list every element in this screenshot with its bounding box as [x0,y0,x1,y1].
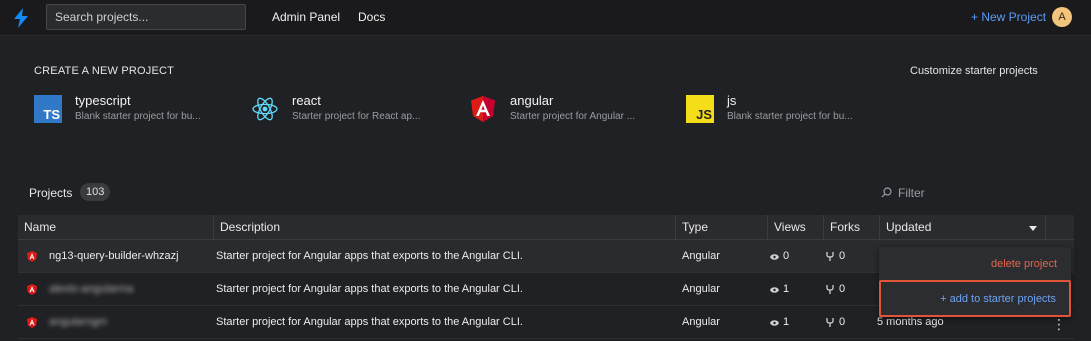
add-to-starters-menu-item[interactable]: + add to starter projects [879,280,1071,317]
admin-panel-link[interactable]: Admin Panel [272,10,340,24]
project-actions-menu: delete project + add to starter projects [879,247,1071,317]
eye-icon [770,320,779,326]
column-forks[interactable]: Forks [823,215,879,240]
javascript-icon: JS [686,95,714,123]
create-project-heading: CREATE A NEW PROJECT [34,65,175,77]
project-views: 0 [770,240,820,273]
angular-icon [471,96,495,122]
column-description[interactable]: Description [213,215,675,240]
customize-starters-link[interactable]: Customize starter projects [910,65,1038,77]
top-nav: Search projects... Admin Panel Docs + Ne… [0,0,1091,36]
starter-name: react [292,93,321,108]
project-forks: 0 [826,306,876,339]
project-forks: 0 [826,240,876,273]
more-options-icon[interactable]: ⋮ [1052,317,1066,331]
project-name[interactable]: angularngm [49,306,209,339]
project-description: Starter project for Angular apps that ex… [216,316,523,328]
starter-angular[interactable]: angular Starter project for Angular ... [469,93,659,125]
delete-project-menu-item[interactable]: delete project [991,258,1057,270]
projects-heading: Projects [29,186,73,200]
docs-link[interactable]: Docs [358,10,385,24]
starter-js[interactable]: JS js Blank starter project for bu... [686,93,876,125]
eye-icon [770,254,779,260]
chevron-down-icon [1029,226,1037,231]
starter-typescript[interactable]: TS typescript Blank starter project for … [34,93,224,125]
column-name[interactable]: Name [18,215,213,240]
starter-desc: Starter project for Angular ... [510,111,636,122]
column-updated[interactable]: Updated [879,215,1045,240]
project-name[interactable]: ng13-query-builder-whzazj [49,240,209,273]
react-icon [252,97,278,121]
project-type: Angular [682,316,720,328]
project-description: Starter project for Angular apps that ex… [216,283,523,295]
fork-icon [826,252,834,261]
project-forks: 0 [826,273,876,306]
project-type: Angular [682,283,720,295]
angular-icon [27,251,37,262]
starter-desc: Blank starter project for bu... [75,111,201,122]
projects-count-badge: 103 [80,183,111,201]
angular-icon [27,317,37,328]
starter-name: angular [510,93,554,108]
table-header: Name Description Type Views Forks Update… [18,215,1074,240]
starter-desc: Starter project for React ap... [292,111,421,122]
starter-name: js [727,93,737,108]
angular-icon [27,284,37,295]
search-input[interactable]: Search projects... [46,4,246,30]
typescript-icon: TS [34,95,62,123]
project-name[interactable]: alexlo-angularma [49,273,209,306]
avatar[interactable]: A [1052,7,1072,27]
project-views: 1 [770,306,820,339]
fork-icon [826,285,834,294]
project-views: 1 [770,273,820,306]
search-icon [881,187,892,198]
column-actions [1045,215,1074,240]
starter-react[interactable]: react Starter project for React ap... [251,93,441,125]
starter-name: typescript [75,93,131,108]
eye-icon [770,287,779,293]
column-views[interactable]: Views [767,215,823,240]
starter-desc: Blank starter project for bu... [727,111,853,122]
project-description: Starter project for Angular apps that ex… [216,250,523,262]
column-type[interactable]: Type [675,215,767,240]
stackblitz-logo-icon[interactable] [12,8,30,28]
new-project-button[interactable]: + New Project [971,10,1046,24]
fork-icon [826,318,834,327]
project-type: Angular [682,250,720,262]
